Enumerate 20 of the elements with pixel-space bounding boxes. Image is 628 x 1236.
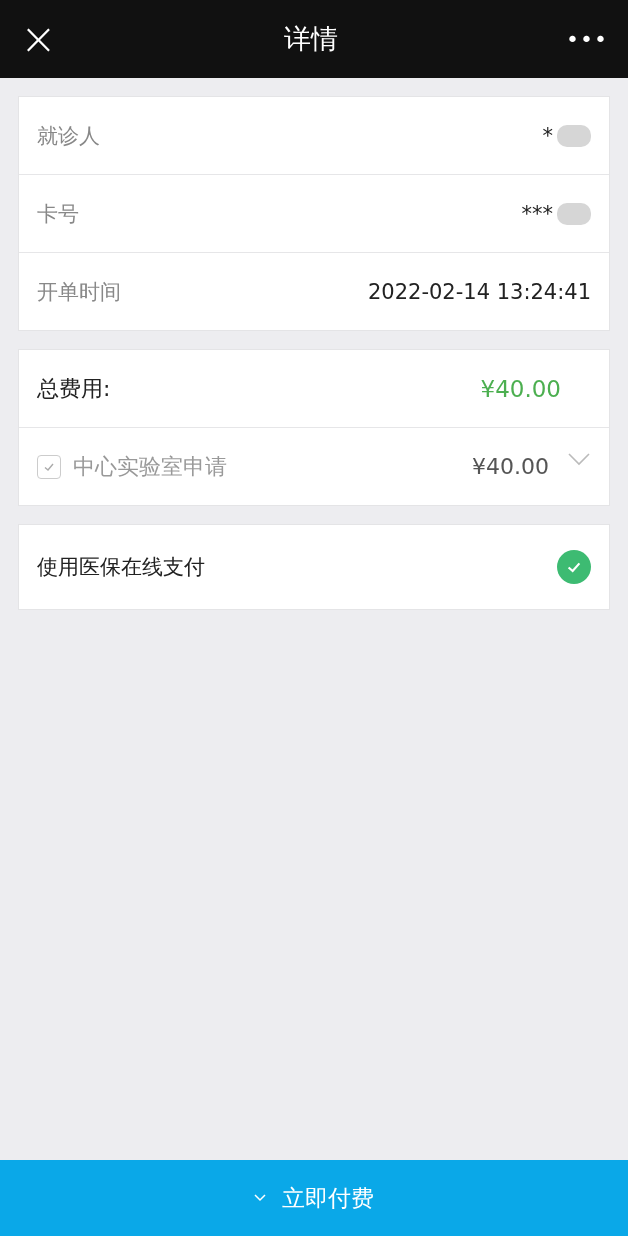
field-label: 就诊人 — [37, 122, 101, 150]
redaction-mark — [557, 202, 591, 225]
insurance-label: 使用医保在线支付 — [37, 554, 206, 581]
checkbox[interactable] — [37, 454, 61, 479]
page-title: 详情 — [284, 22, 339, 56]
redaction-mark — [557, 124, 591, 147]
field-value: * — [542, 123, 553, 148]
field-label: 开单时间 — [37, 278, 122, 306]
chevron-icon — [254, 1194, 266, 1202]
item-name: 中心实验室申请 — [73, 452, 228, 481]
close-icon[interactable]: × — [20, 17, 57, 61]
field-value: 2022-02-14 13:24:41 — [367, 279, 591, 304]
total-amount: ¥40.00 — [480, 375, 561, 402]
field-value: *** — [521, 201, 553, 226]
more-menu-icon[interactable]: ••• — [566, 26, 608, 52]
check-icon[interactable] — [557, 550, 591, 584]
field-label: 卡号 — [37, 200, 80, 228]
item-amount: ¥40.00 — [472, 454, 549, 479]
total-label: 总费用: — [37, 374, 112, 403]
chevron-icon[interactable] — [567, 452, 591, 466]
